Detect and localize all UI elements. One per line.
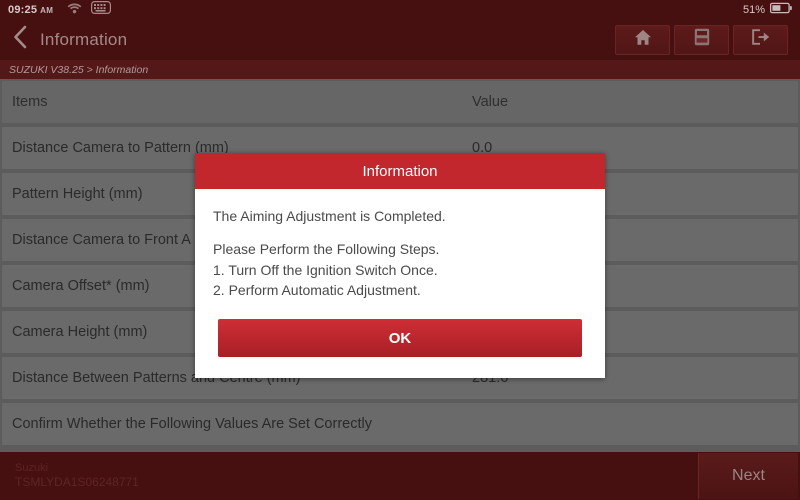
wifi-icon [67, 1, 82, 19]
status-icon-group [67, 0, 112, 19]
dialog-line-2: Please Perform the Following Steps. [213, 241, 440, 258]
table-header-row: Items Value [2, 81, 798, 123]
back-chevron-icon [13, 25, 28, 54]
clock-ampm: AM [40, 5, 54, 15]
bottom-bar: Suzuki TSMLYDA1S06248771 Next [0, 452, 800, 500]
dialog-title: Information [362, 162, 438, 180]
next-button-label: Next [732, 467, 765, 484]
column-header-items: Items [12, 94, 48, 110]
battery-group: 51% [743, 1, 792, 19]
keyboard-icon [91, 0, 112, 19]
information-dialog: Information The Aiming Adjustment is Com… [195, 153, 605, 379]
dialog-line-3: 1. Turn Off the Ignition Switch Once. [213, 261, 438, 278]
page-title: Information [40, 29, 128, 49]
save-report-icon [694, 28, 710, 51]
row-item-label: Confirm Whether the Following Values Are… [12, 416, 372, 432]
status-bar: 09:25 AM 51% [0, 0, 800, 19]
battery-percent-label: 51% [742, 3, 765, 16]
dialog-header: Information [195, 153, 605, 189]
ok-button[interactable]: OK [218, 319, 582, 358]
dialog-footer: OK [195, 300, 605, 378]
column-header-value: Value [472, 94, 509, 110]
home-button[interactable] [615, 24, 670, 55]
dialog-spacer [213, 226, 587, 239]
breadcrumb-text: SUZUKI V38.25 > Information [9, 63, 149, 76]
table-row[interactable]: Confirm Whether the Following Values Are… [2, 403, 798, 445]
dialog-body: The Aiming Adjustment is Completed. Plea… [195, 189, 605, 300]
status-time-group: 09:25 AM [8, 4, 53, 16]
dialog-line-4: 2. Perform Automatic Adjustment. [213, 281, 421, 298]
vehicle-make-label: Suzuki [15, 461, 49, 474]
vehicle-info: Suzuki TSMLYDA1S06248771 [0, 462, 139, 491]
back-button[interactable] [0, 19, 40, 60]
home-icon [634, 29, 652, 51]
exit-button[interactable] [733, 24, 788, 55]
battery-icon [769, 1, 792, 19]
next-button[interactable]: Next [698, 453, 798, 499]
toolbar-buttons [615, 24, 800, 55]
breadcrumb: SUZUKI V38.25 > Information [0, 60, 800, 79]
exit-icon [751, 28, 770, 51]
report-button[interactable] [674, 24, 729, 55]
dialog-line-1: The Aiming Adjustment is Completed. [213, 208, 446, 224]
clock-time: 09:25 [8, 3, 38, 16]
app-root: 09:25 AM 51% Information SUZUKI V38.25 >… [0, 0, 800, 500]
title-bar: Information [0, 19, 800, 60]
vehicle-vin-label: TSMLYDA1S06248771 [15, 475, 139, 490]
